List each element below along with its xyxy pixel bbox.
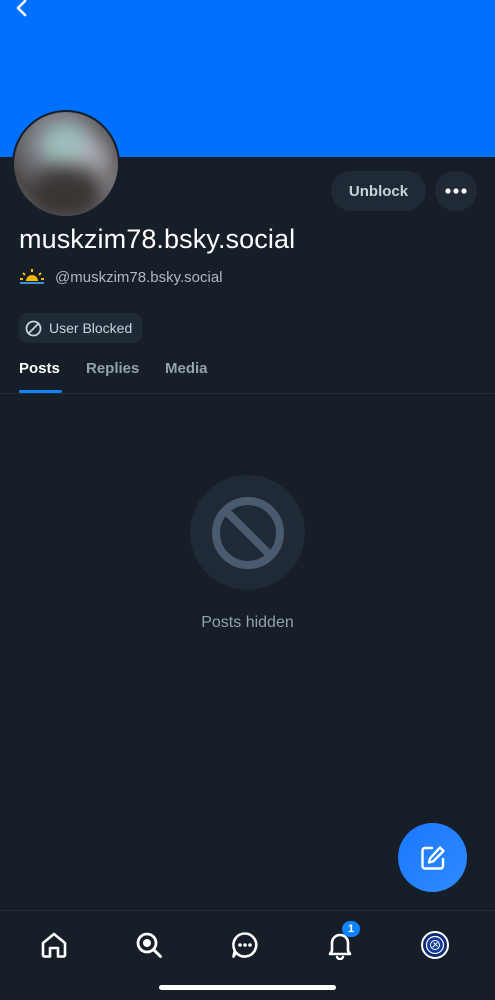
ellipsis-icon: [445, 188, 467, 194]
more-options-button[interactable]: [435, 171, 477, 211]
search-icon: [136, 932, 162, 958]
profile-tabs: Posts Replies Media: [0, 352, 495, 394]
user-blocked-label: User Blocked: [49, 320, 133, 336]
avatar[interactable]: [12, 110, 120, 218]
tab-replies[interactable]: Replies: [86, 360, 139, 377]
display-name: muskzim78.bsky.social: [19, 224, 296, 254]
nav-notifications[interactable]: 1: [322, 921, 360, 963]
nav-profile[interactable]: [417, 927, 453, 963]
nav-chat[interactable]: [227, 927, 263, 963]
tab-posts[interactable]: Posts: [19, 360, 60, 377]
chat-icon: [232, 932, 258, 958]
handle-row: @muskzim78.bsky.social: [19, 266, 223, 288]
back-button[interactable]: [8, 0, 36, 20]
home-icon: [41, 932, 67, 958]
nav-home[interactable]: [36, 927, 72, 963]
chevron-left-icon: [16, 0, 27, 17]
home-indicator: [159, 985, 336, 990]
user-blocked-badge: User Blocked: [19, 313, 143, 343]
active-tab-indicator: [19, 390, 62, 393]
unblock-button[interactable]: Unblock: [331, 171, 426, 211]
tab-media[interactable]: Media: [165, 360, 208, 377]
profile-avatar-icon: [421, 931, 449, 959]
nav-search[interactable]: [131, 927, 167, 963]
blocked-icon: [211, 496, 284, 569]
posts-hidden-text: Posts hidden: [201, 614, 294, 631]
handle: @muskzim78.bsky.social: [55, 268, 223, 286]
compose-button[interactable]: [398, 823, 467, 892]
notification-count-badge: 1: [342, 921, 360, 937]
posts-hidden-icon-circle: [190, 475, 305, 590]
blocked-icon: [25, 320, 42, 336]
sunrise-icon: [20, 269, 44, 284]
compose-icon: [420, 845, 445, 870]
